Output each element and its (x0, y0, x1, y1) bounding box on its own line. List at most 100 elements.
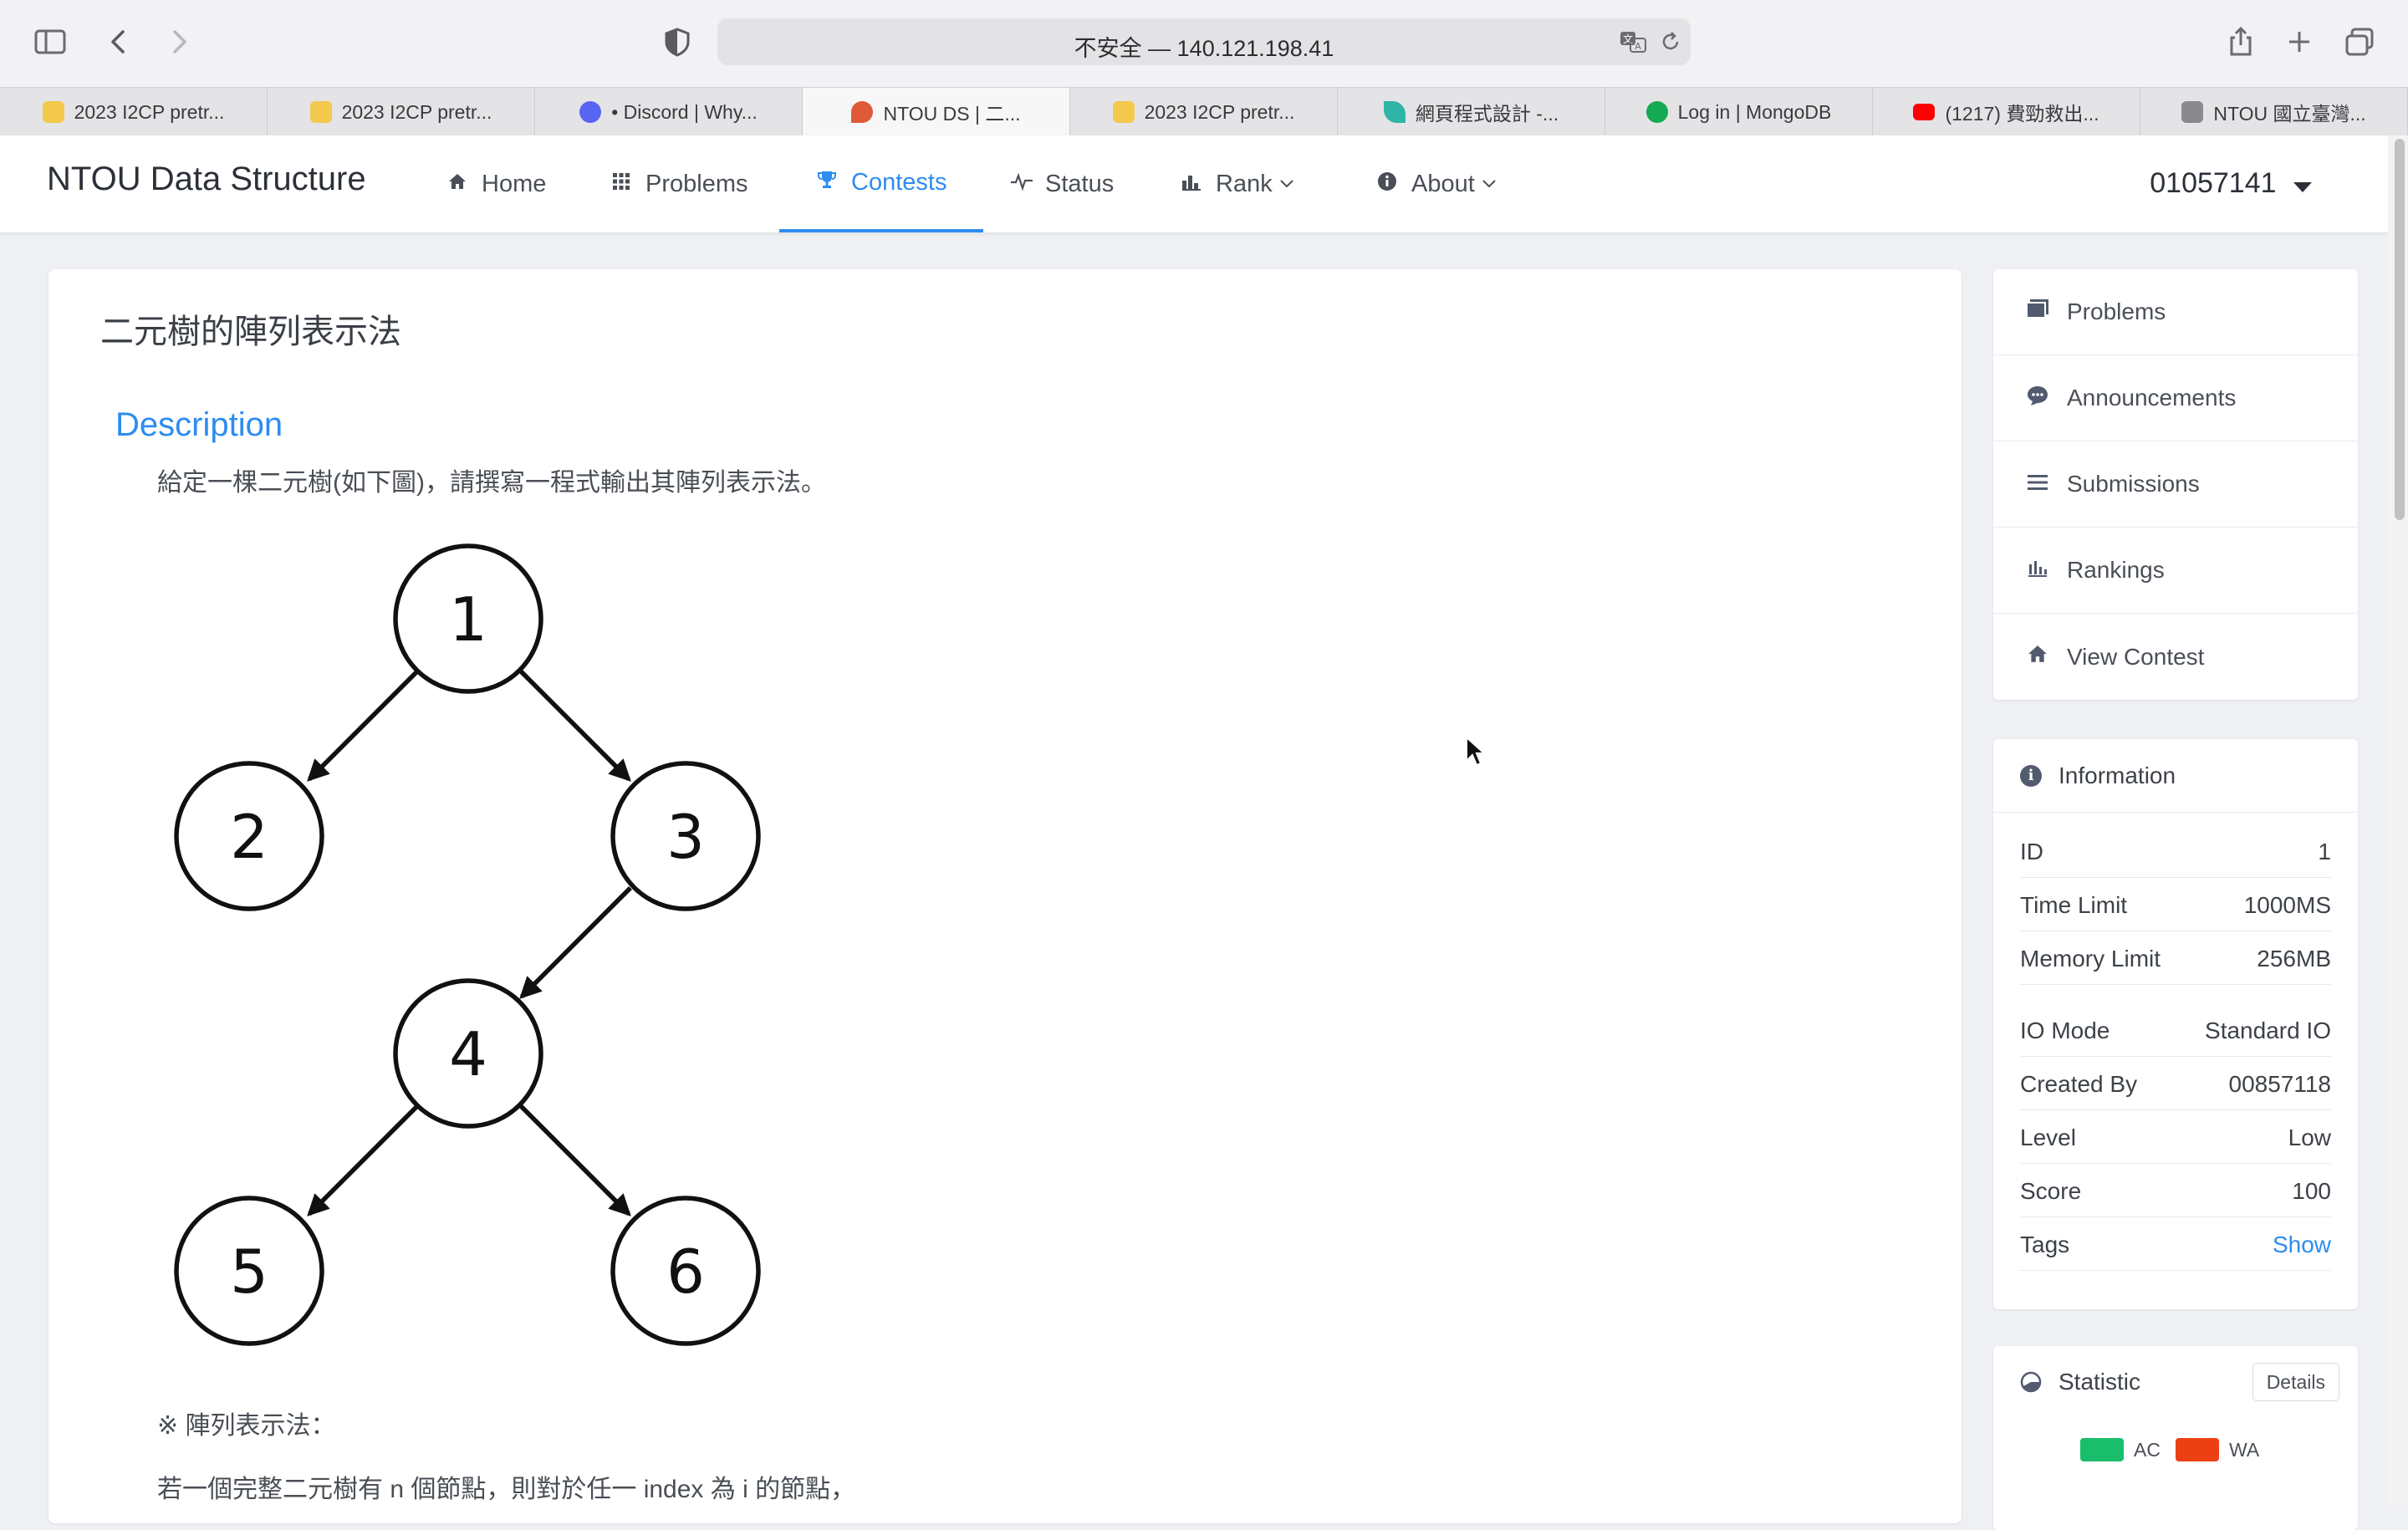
info-row-time-limit: Time Limit 1000MS (2020, 880, 2331, 931)
pie-chart-icon (2020, 1371, 2042, 1393)
problem-title: 二元樹的陣列表示法 (100, 314, 401, 350)
browser-tab[interactable]: NTOU 國立臺灣... (2140, 88, 2408, 136)
username: 01057141 (2150, 167, 2277, 199)
site-brand[interactable]: NTOU Data Structure (47, 161, 366, 198)
bar-chart-icon (2025, 558, 2050, 584)
edge-3-4 (519, 886, 632, 999)
mouse-cursor-icon (1465, 735, 1487, 772)
info-row-io-mode: IO Mode Standard IO (2020, 1005, 2331, 1057)
leaf-icon (1383, 101, 1406, 123)
nav-home[interactable]: Home (446, 135, 546, 232)
browser-tab[interactable]: 網頁程式設計 -... (1338, 88, 1605, 136)
menu-rankings[interactable]: Rankings (1993, 528, 2358, 614)
statistic-panel: Statistic Details AC WA (1993, 1346, 2358, 1530)
privacy-shield-icon[interactable] (661, 25, 694, 59)
balloon-icon (851, 101, 874, 123)
url-text: 不安全 — 140.121.198.41 (1074, 36, 1334, 61)
show-tags-link[interactable]: Show (2273, 1232, 2331, 1258)
node-label: 2 (230, 802, 268, 872)
grid-icon (610, 172, 632, 196)
edge-4-5 (307, 1104, 420, 1216)
tab-overview-icon[interactable] (2343, 25, 2376, 59)
section-heading: Description (115, 406, 283, 443)
smiley-icon (309, 101, 332, 123)
nav-problems[interactable]: Problems (610, 135, 748, 232)
node-label: 4 (449, 1019, 487, 1089)
chevron-down-icon (1279, 176, 1294, 193)
wa-swatch (2176, 1438, 2219, 1461)
mongodb-icon (1645, 101, 1668, 123)
browser-tab[interactable]: 2023 I2CP pretr... (268, 88, 535, 136)
binary-tree: 1 2 3 4 5 6 (125, 518, 761, 1354)
smiley-icon (42, 101, 64, 123)
browser-tab[interactable]: 2023 I2CP pretr... (1070, 88, 1338, 136)
info-icon (1376, 171, 1398, 197)
translate-icon[interactable]: 文A (1619, 28, 1649, 55)
info-row-memory-limit: Memory Limit 256MB (2020, 933, 2331, 985)
smiley-icon (1112, 101, 1135, 123)
caret-down-icon (2293, 169, 2313, 201)
browser-tab[interactable]: 2023 I2CP pretr... (0, 88, 268, 136)
trophy-icon (816, 170, 838, 196)
nav-contests[interactable]: Contests (779, 135, 984, 232)
node-label: 3 (666, 802, 705, 872)
scrollbar-thumb[interactable] (2395, 139, 2405, 520)
home-icon (446, 172, 468, 196)
menu-view-contest[interactable]: View Contest (1993, 614, 2358, 700)
svg-text:A: A (1635, 41, 1641, 52)
sidebar-toggle-icon[interactable] (33, 25, 67, 59)
home-icon (2025, 644, 2050, 670)
information-header: i Information (1993, 739, 2358, 813)
menu-problems[interactable]: Problems (1993, 269, 2358, 355)
contest-menu-panel: Problems Announcements Submissions Ranki… (1993, 269, 2358, 700)
info-row-created-by: Created By 00857118 (2020, 1058, 2331, 1110)
ac-swatch (2080, 1438, 2124, 1461)
info-row-tags: Tags Show (2020, 1219, 2331, 1271)
reload-icon[interactable] (1659, 30, 1682, 54)
browser-tab[interactable]: (1217) 費勁救出... (1873, 88, 2140, 136)
browser-tab[interactable]: Log in | MongoDB (1605, 88, 1873, 136)
note-text: 若一個完整二元樹有 n 個節點，則對於任一 index 為 i 的節點， (157, 1476, 856, 1503)
node-label: 5 (230, 1237, 268, 1307)
user-menu[interactable]: 01057141 (2150, 167, 2313, 201)
browser-tab-active[interactable]: NTOU DS | 二... (803, 88, 1070, 136)
menu-announcements[interactable]: Announcements (1993, 355, 2358, 441)
problem-description: 給定一棵二元樹(如下圖)，請撰寫一程式輸出其陣列表示法。 (157, 469, 826, 497)
node-label: 6 (666, 1237, 705, 1307)
pulse-icon (1010, 172, 1033, 196)
info-icon: i (2020, 764, 2042, 787)
back-icon[interactable] (102, 25, 135, 59)
nav-status[interactable]: Status (1010, 135, 1114, 232)
edge-1-2 (307, 669, 420, 782)
bar-chart-icon (1181, 172, 1202, 196)
notion-icon (2181, 101, 2204, 123)
browser-toolbar: 不安全 — 140.121.198.41 文A (0, 0, 2408, 87)
browser-tab[interactable]: • Discord | Why... (535, 88, 803, 136)
details-button[interactable]: Details (2252, 1363, 2339, 1401)
info-row-id: ID 1 (2020, 826, 2331, 878)
chat-bubble-icon (2025, 385, 2050, 412)
nav-about[interactable]: About (1376, 135, 1497, 232)
edge-1-3 (518, 669, 631, 782)
info-row-level: Level Low (2020, 1112, 2331, 1164)
edge-4-6 (518, 1104, 631, 1216)
note-heading: ※ 陣列表示法： (157, 1412, 336, 1440)
legend-ac[interactable]: AC (2080, 1438, 2161, 1461)
tab-bar: 2023 I2CP pretr... 2023 I2CP pretr... • … (0, 87, 2408, 137)
legend-wa[interactable]: WA (2176, 1438, 2259, 1461)
forward-icon[interactable] (162, 25, 196, 59)
share-icon[interactable] (2224, 25, 2258, 59)
address-bar[interactable]: 不安全 — 140.121.198.41 文A (717, 18, 1691, 65)
node-label: 1 (449, 584, 487, 655)
new-tab-icon[interactable] (2283, 25, 2316, 59)
info-row-score: Score 100 (2020, 1165, 2331, 1217)
chevron-down-icon (1482, 176, 1497, 193)
site-header: NTOU Data Structure Home Problems Contes… (0, 135, 2388, 233)
list-icon (2025, 472, 2050, 497)
menu-submissions[interactable]: Submissions (1993, 441, 2358, 528)
discord-icon (579, 101, 602, 123)
information-panel: i Information ID 1 Time Limit 1000MS Mem… (1993, 739, 2358, 1309)
problems-icon (2025, 298, 2050, 326)
youtube-icon (1913, 104, 1936, 120)
nav-rank[interactable]: Rank (1181, 135, 1294, 232)
